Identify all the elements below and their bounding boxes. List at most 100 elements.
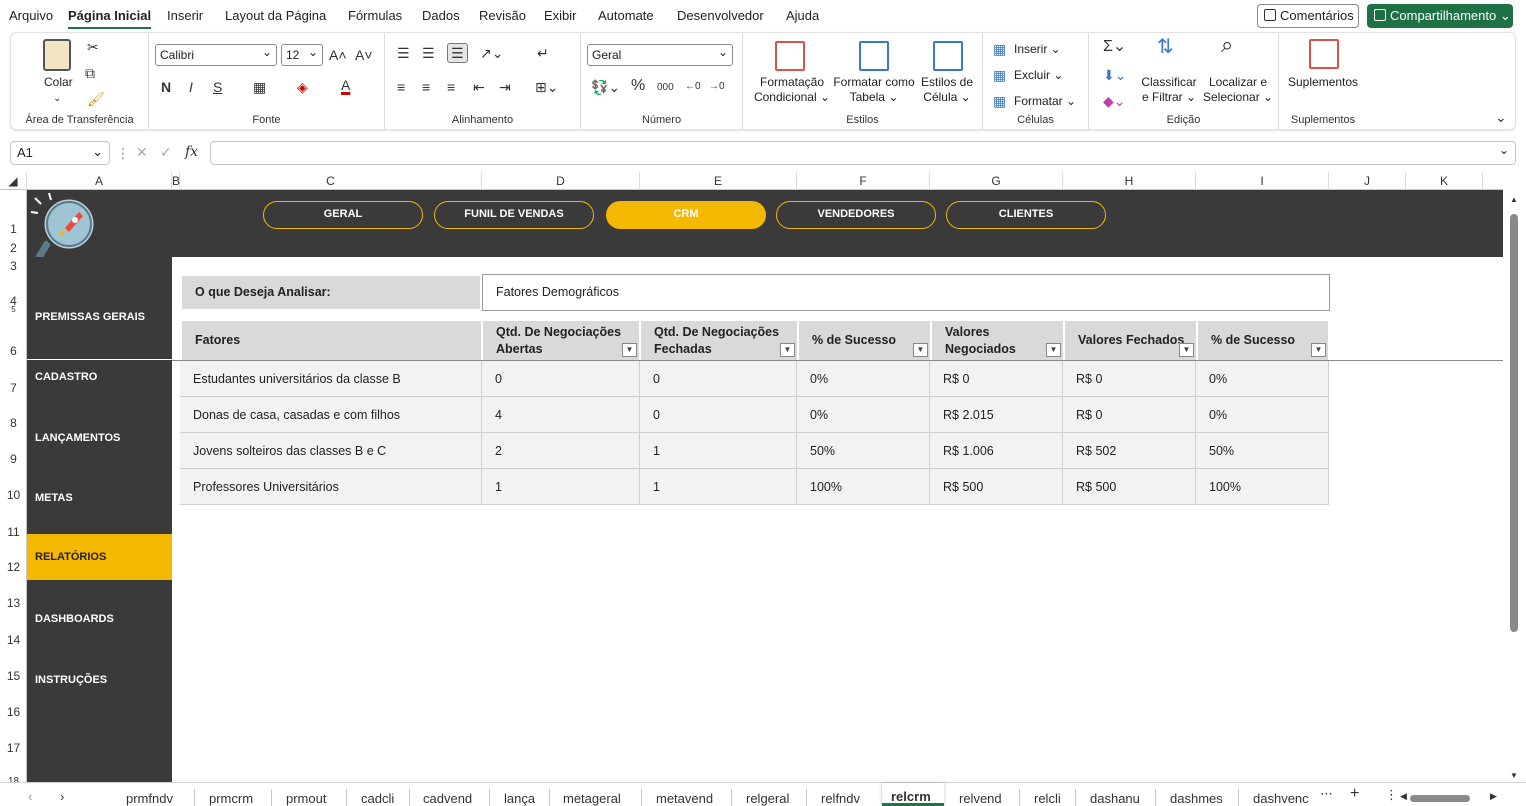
- function-icon[interactable]: fx: [185, 144, 198, 160]
- increase-indent-icon[interactable]: ⇥: [499, 79, 511, 95]
- addins-icon[interactable]: [1309, 39, 1339, 69]
- sidebar-item-premissas[interactable]: PREMISSAS GERAIS: [27, 294, 172, 340]
- cell-fator[interactable]: Estudantes universitários da classe B: [180, 361, 482, 397]
- cell-sucesso-2[interactable]: 0%: [1196, 397, 1329, 433]
- add-sheet-icon[interactable]: +: [1350, 786, 1359, 802]
- increase-decimal-icon[interactable]: ←0: [685, 79, 701, 95]
- comments-button[interactable]: Comentários: [1257, 4, 1359, 28]
- cell-fator[interactable]: Professores Universitários: [180, 469, 482, 505]
- cut-icon[interactable]: ✂: [87, 39, 99, 55]
- nav-tab-funil[interactable]: FUNIL DE VENDAS: [434, 201, 594, 229]
- col-header-d[interactable]: D: [482, 172, 640, 190]
- align-top-icon[interactable]: ☰: [397, 45, 410, 61]
- vertical-scrollbar[interactable]: ▲ ▼: [1503, 172, 1526, 782]
- row-header-15[interactable]: 15: [0, 669, 27, 683]
- fill-color-icon[interactable]: ◈: [297, 79, 308, 95]
- menu-exibir[interactable]: Exibir: [544, 8, 577, 23]
- wrap-text-icon[interactable]: ↵: [537, 45, 549, 61]
- collapse-ribbon-icon[interactable]: ⌄: [1495, 109, 1507, 125]
- sidebar-item-lancamentos[interactable]: LANÇAMENTOS: [27, 415, 172, 461]
- orientation-icon[interactable]: ↗⌄: [480, 45, 503, 61]
- cell-abertas[interactable]: 4: [482, 397, 640, 433]
- paste-icon[interactable]: [43, 39, 71, 71]
- cell-negociados[interactable]: R$ 500: [930, 469, 1063, 505]
- cell-sucesso-1[interactable]: 50%: [797, 433, 930, 469]
- insert-cells-button[interactable]: Inserir ⌄: [1014, 42, 1061, 57]
- sheet-tab[interactable]: relfndv: [821, 791, 860, 806]
- name-box[interactable]: A1 ⌄: [10, 141, 110, 165]
- align-middle-icon[interactable]: ☰: [422, 45, 435, 61]
- chevron-down-icon[interactable]: ⌄: [53, 91, 61, 107]
- format-table-button[interactable]: Formatar como Tabela ⌄: [831, 75, 917, 105]
- cell-fator[interactable]: Jovens solteiros das classes B e C: [180, 433, 482, 469]
- sort-filter-button[interactable]: Classificar e Filtrar ⌄: [1139, 75, 1199, 105]
- sheet-tab[interactable]: metageral: [563, 791, 621, 806]
- more-tabs-icon[interactable]: ⋯: [1320, 786, 1333, 802]
- active-sheet-tab[interactable]: relcrm: [882, 783, 944, 806]
- row-header-11[interactable]: 11: [0, 525, 27, 539]
- row-header-6[interactable]: 6: [0, 344, 27, 358]
- sidebar-item-metas[interactable]: METAS: [27, 475, 172, 521]
- sheet-tab[interactable]: prmcrm: [209, 791, 253, 806]
- select-all[interactable]: ◢: [0, 172, 27, 190]
- sheet-tab[interactable]: relcli: [1034, 791, 1061, 806]
- cell-fechadas[interactable]: 1: [640, 469, 797, 505]
- cell-sucesso-2[interactable]: 100%: [1196, 469, 1329, 505]
- header-sucesso-1[interactable]: % de Sucesso ▼: [799, 321, 931, 360]
- nav-tab-clientes[interactable]: CLIENTES: [946, 201, 1106, 229]
- confirm-icon[interactable]: ✓: [160, 144, 172, 160]
- row-header-2[interactable]: 2: [0, 241, 27, 255]
- cell-sucesso-2[interactable]: 0%: [1196, 361, 1329, 397]
- sheet-tab[interactable]: cadcli: [361, 791, 394, 806]
- cell-sucesso-1[interactable]: 100%: [797, 469, 930, 505]
- cell-fechados[interactable]: R$ 500: [1063, 469, 1196, 505]
- underline-button[interactable]: S: [213, 79, 222, 95]
- row-header-10[interactable]: 10: [0, 488, 27, 502]
- menu-inserir[interactable]: Inserir: [167, 8, 203, 23]
- font-size-select[interactable]: 12: [281, 42, 323, 66]
- row-header-9[interactable]: 9: [0, 452, 27, 466]
- menu-layout[interactable]: Layout da Página: [225, 8, 326, 23]
- menu-automate[interactable]: Automate: [598, 8, 654, 23]
- col-header-f[interactable]: F: [797, 172, 930, 190]
- conditional-format-icon[interactable]: [775, 41, 805, 71]
- nav-tab-geral[interactable]: GERAL: [263, 201, 423, 229]
- thousands-icon[interactable]: 000: [657, 80, 674, 96]
- header-sucesso-2[interactable]: % de Sucesso ▼: [1198, 321, 1329, 360]
- menu-desenvolvedor[interactable]: Desenvolvedor: [677, 8, 764, 23]
- cell-fechadas[interactable]: 0: [640, 397, 797, 433]
- row-header-8[interactable]: 8: [0, 416, 27, 430]
- scroll-up-icon[interactable]: ▲: [1510, 192, 1518, 208]
- col-header-g[interactable]: G: [930, 172, 1063, 190]
- nav-tab-vendedores[interactable]: VENDEDORES: [776, 201, 936, 229]
- cell-styles-icon[interactable]: [933, 41, 963, 71]
- sheet-tab[interactable]: prmfndv: [126, 791, 173, 806]
- format-cells-icon[interactable]: ▦: [993, 93, 1006, 109]
- sidebar-item-instrucoes[interactable]: INSTRUÇÕES: [27, 657, 172, 703]
- font-name-select[interactable]: Calibri: [155, 42, 277, 66]
- addins-button[interactable]: Suplementos: [1288, 75, 1358, 90]
- more-icon[interactable]: ⋮: [116, 145, 130, 161]
- expand-formula-icon[interactable]: ⌄: [1499, 143, 1509, 157]
- filter-dropdown-icon[interactable]: ▼: [1046, 343, 1061, 357]
- align-center-icon[interactable]: ≡: [422, 79, 430, 95]
- format-painter-icon[interactable]: 🖌: [87, 91, 105, 107]
- align-right-icon[interactable]: ≡: [447, 79, 455, 95]
- sidebar-item-relatorios[interactable]: RELATÓRIOS: [27, 534, 172, 580]
- format-table-icon[interactable]: [859, 41, 889, 71]
- fill-icon[interactable]: ⬇⌄: [1103, 67, 1126, 83]
- filter-dropdown-icon[interactable]: ▼: [1179, 343, 1194, 357]
- cell-negociados[interactable]: R$ 2.015: [930, 397, 1063, 433]
- merge-center-icon[interactable]: ⊞⌄: [535, 79, 558, 95]
- header-fechadas[interactable]: Qtd. De Negociações Fechadas ▼: [641, 321, 798, 360]
- increase-font-icon[interactable]: A˄: [329, 47, 347, 63]
- paste-button[interactable]: Colar: [44, 75, 73, 90]
- menu-arquivo[interactable]: Arquivo: [9, 8, 53, 23]
- decrease-font-icon[interactable]: A˅: [355, 47, 373, 63]
- col-header-k[interactable]: K: [1406, 172, 1483, 190]
- decrease-indent-icon[interactable]: ⇤: [473, 79, 485, 95]
- cell-fechados[interactable]: R$ 0: [1063, 361, 1196, 397]
- col-header-h[interactable]: H: [1063, 172, 1196, 190]
- cell-negociados[interactable]: R$ 0: [930, 361, 1063, 397]
- row-header-3[interactable]: 3: [0, 259, 27, 273]
